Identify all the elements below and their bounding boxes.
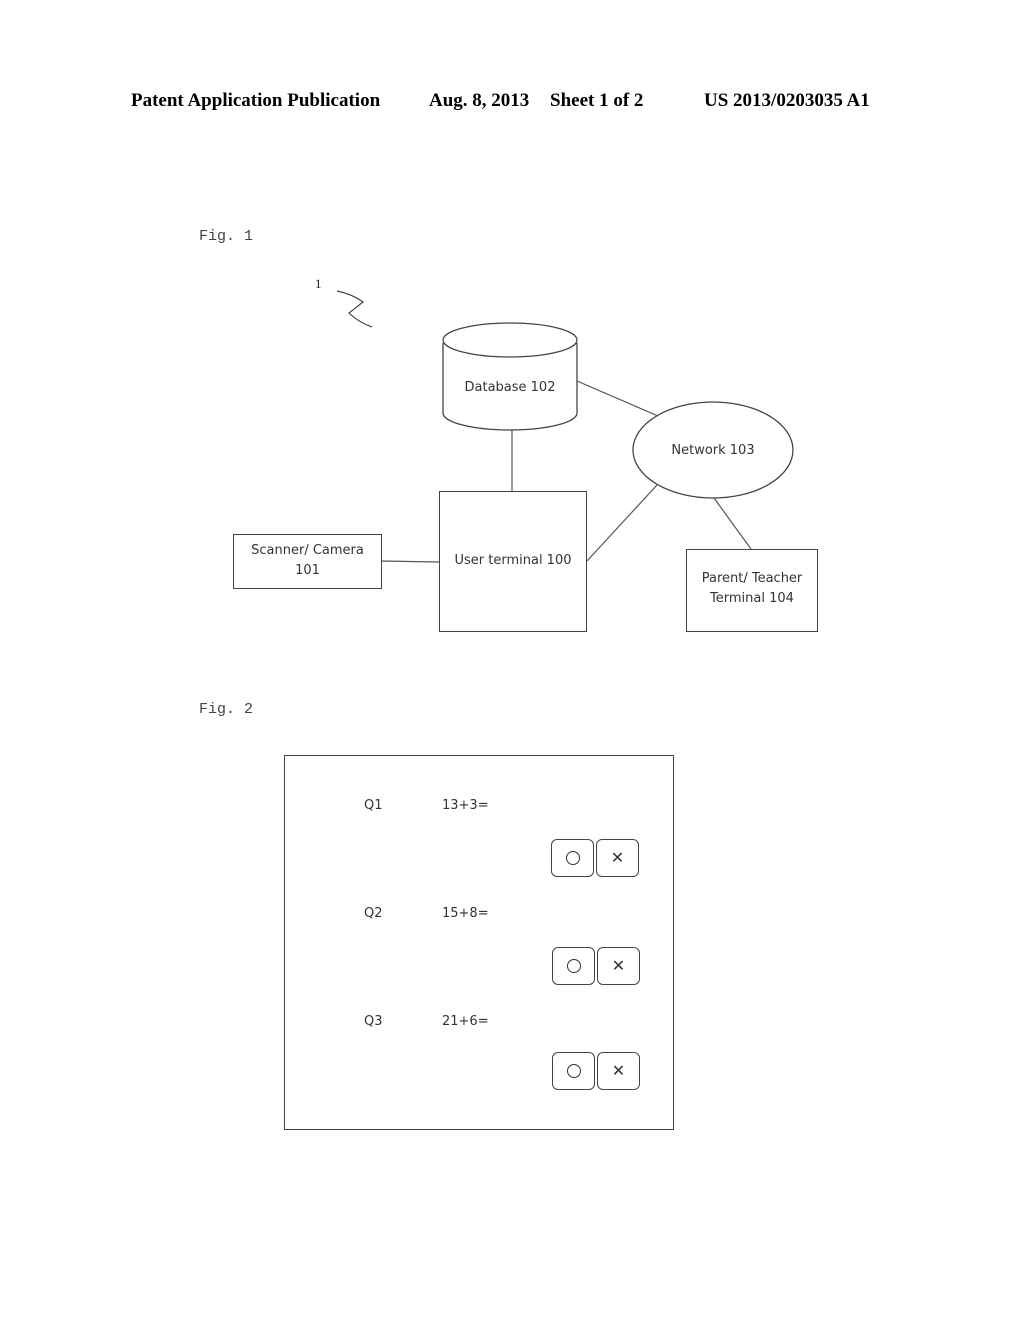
cross-icon: ✕ bbox=[611, 1061, 626, 1080]
correct-button[interactable] bbox=[552, 1052, 595, 1090]
parent-teacher-label-line2: Terminal 104 bbox=[710, 591, 794, 606]
parent-teacher-label-line1: Parent/ Teacher bbox=[701, 571, 803, 586]
question-expression: 13+3= bbox=[442, 798, 489, 813]
scanner-camera-label-line2: 101 bbox=[295, 563, 320, 578]
question-id: Q1 bbox=[364, 798, 383, 813]
question-id: Q2 bbox=[364, 906, 383, 921]
network-label: Network 103 bbox=[671, 443, 755, 458]
line-network-parent bbox=[713, 497, 752, 550]
circle-icon bbox=[565, 851, 580, 865]
line-scanner-user bbox=[380, 560, 440, 563]
wrong-button[interactable]: ✕ bbox=[597, 1052, 640, 1090]
circle-icon bbox=[566, 1064, 581, 1078]
scanner-camera-label-line1: Scanner/ Camera bbox=[251, 543, 364, 558]
line-user-network bbox=[586, 484, 658, 562]
user-terminal-label: User terminal 100 bbox=[454, 553, 572, 568]
correct-button[interactable] bbox=[552, 947, 595, 985]
cross-icon: ✕ bbox=[610, 848, 625, 867]
question-id: Q3 bbox=[364, 1014, 383, 1029]
cross-icon: ✕ bbox=[611, 956, 626, 975]
question-expression: 21+6= bbox=[442, 1014, 489, 1029]
correct-button[interactable] bbox=[551, 839, 594, 877]
fig2-label: Fig. 2 bbox=[199, 701, 254, 718]
wrong-button[interactable]: ✕ bbox=[597, 947, 640, 985]
wrong-button[interactable]: ✕ bbox=[596, 839, 639, 877]
line-database-network bbox=[576, 380, 659, 417]
database-label: Database 102 bbox=[464, 380, 556, 395]
question-expression: 15+8= bbox=[442, 906, 489, 921]
database-cylinder-shape bbox=[442, 322, 578, 431]
circle-icon bbox=[566, 959, 581, 973]
leader-squiggle bbox=[336, 290, 373, 328]
